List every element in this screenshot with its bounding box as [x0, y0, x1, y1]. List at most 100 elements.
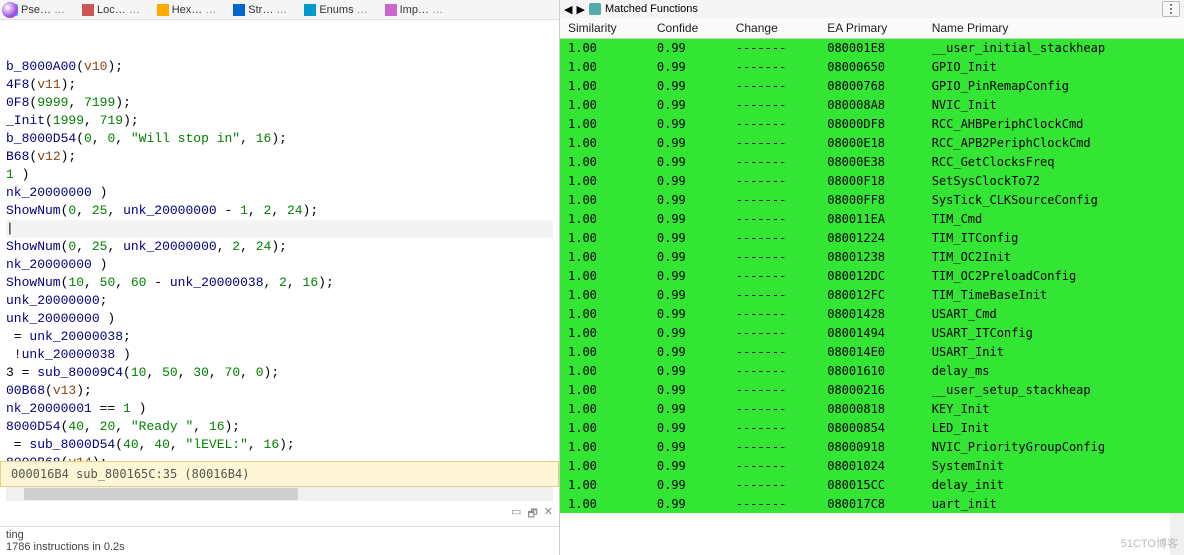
- code-line[interactable]: 1 ): [6, 166, 553, 184]
- table-cell: 1.00: [560, 95, 649, 114]
- table-row[interactable]: 1.000.99-------080008A8NVIC_Init: [560, 95, 1184, 114]
- code-line[interactable]: nk_20000000 ): [6, 256, 553, 274]
- table-row[interactable]: 1.000.99-------08000E18RCC_APB2PeriphClo…: [560, 133, 1184, 152]
- table-row[interactable]: 1.000.99-------08001428USART_Cmd: [560, 304, 1184, 323]
- table-cell: 1.00: [560, 38, 649, 57]
- table-cell: 0.99: [649, 114, 728, 133]
- table-row[interactable]: 1.000.99-------08000E38RCC_GetClocksFreq: [560, 152, 1184, 171]
- code-line[interactable]: b_8000A00(v10);: [6, 58, 553, 76]
- kebab-menu-button[interactable]: [1162, 1, 1180, 17]
- tab-dots: …: [357, 4, 367, 16]
- table-row[interactable]: 1.000.99-------080014E0USART_Init: [560, 342, 1184, 361]
- table-cell: 080012FC: [819, 285, 923, 304]
- minimize-icon[interactable]: ▭: [511, 505, 521, 524]
- table-row[interactable]: 1.000.99-------08001238TIM_OC2Init: [560, 247, 1184, 266]
- table-cell: 1.00: [560, 456, 649, 475]
- table-cell: __user_initial_stackheap: [924, 38, 1184, 57]
- code-line[interactable]: nk_20000001 == 1 ): [6, 400, 553, 418]
- table-row[interactable]: 1.000.99-------080015CCdelay_init: [560, 475, 1184, 494]
- table-row[interactable]: 1.000.99-------08001024SystemInit: [560, 456, 1184, 475]
- table-cell: 08001024: [819, 456, 923, 475]
- table-row[interactable]: 1.000.99-------08000FF8SysTick_CLKSource…: [560, 190, 1184, 209]
- table-row[interactable]: 1.000.99-------08000768GPIO_PinRemapConf…: [560, 76, 1184, 95]
- status-text: 000016B4 sub_800165C:35 (80016B4): [11, 467, 249, 481]
- view-tab[interactable]: Imp……: [385, 4, 442, 16]
- table-cell: 0.99: [649, 38, 728, 57]
- tab-label: Loc…: [97, 4, 126, 16]
- table-row[interactable]: 1.000.99-------080017C8uart_init: [560, 494, 1184, 513]
- table-row[interactable]: 1.000.99-------08000216__user_setup_stac…: [560, 380, 1184, 399]
- column-header[interactable]: Similarity: [560, 18, 649, 38]
- code-line[interactable]: 0F8(9999, 7199);: [6, 94, 553, 112]
- table-cell: SystemInit: [924, 456, 1184, 475]
- output-panel: ting 1786 instructions in 0.2s: [0, 526, 559, 555]
- table-cell: 080008A8: [819, 95, 923, 114]
- code-line[interactable]: 3 = sub_80009C4(10, 50, 30, 70, 0);: [6, 364, 553, 382]
- table-cell: 1.00: [560, 133, 649, 152]
- code-line[interactable]: ShowNum(10, 50, 60 - unk_20000038, 2, 16…: [6, 274, 553, 292]
- column-header[interactable]: EA Primary: [819, 18, 923, 38]
- code-line[interactable]: unk_20000000;: [6, 292, 553, 310]
- restore-icon[interactable]: 🗗: [527, 505, 537, 524]
- tab-icon: [304, 4, 316, 16]
- code-line[interactable]: B68(v12);: [6, 148, 553, 166]
- table-cell: -------: [728, 380, 820, 399]
- column-header[interactable]: Change: [728, 18, 820, 38]
- code-line[interactable]: _Init(1999, 719);: [6, 112, 553, 130]
- table-row[interactable]: 1.000.99-------080011EATIM_Cmd: [560, 209, 1184, 228]
- horizontal-scrollbar[interactable]: [6, 487, 553, 501]
- view-tab[interactable]: Hex……: [157, 4, 216, 16]
- scroll-thumb[interactable]: [24, 488, 298, 500]
- pseudocode-view[interactable]: b_8000A00(v10);4F8(v11);0F8(9999, 7199);…: [0, 20, 559, 461]
- table-row[interactable]: 1.000.99-------08001610delay_ms: [560, 361, 1184, 380]
- column-header[interactable]: Confide: [649, 18, 728, 38]
- table-row[interactable]: 1.000.99-------08001224TIM_ITConfig: [560, 228, 1184, 247]
- table-row[interactable]: 1.000.99-------080001E8__user_initial_st…: [560, 38, 1184, 57]
- table-cell: 08000650: [819, 57, 923, 76]
- code-line[interactable]: !unk_20000038 ): [6, 346, 553, 364]
- table-cell: RCC_APB2PeriphClockCmd: [924, 133, 1184, 152]
- table-cell: 08000E18: [819, 133, 923, 152]
- code-line[interactable]: ShowNum(0, 25, unk_20000000 - 1, 2, 24);: [6, 202, 553, 220]
- table-row[interactable]: 1.000.99-------08000918NVIC_PriorityGrou…: [560, 437, 1184, 456]
- nav-right-icon[interactable]: ▶: [576, 3, 584, 16]
- table-cell: SysTick_CLKSourceConfig: [924, 190, 1184, 209]
- table-cell: -------: [728, 57, 820, 76]
- view-tab[interactable]: Str……: [233, 4, 286, 16]
- view-tab[interactable]: Loc……: [82, 4, 139, 16]
- table-row[interactable]: 1.000.99-------08000854LED_Init: [560, 418, 1184, 437]
- code-line[interactable]: b_8000D54(0, 0, "Will stop in", 16);: [6, 130, 553, 148]
- table-cell: 0.99: [649, 494, 728, 513]
- nav-left-icon[interactable]: ◀: [564, 3, 572, 16]
- table-row[interactable]: 1.000.99-------08000650GPIO_Init: [560, 57, 1184, 76]
- code-line[interactable]: 4F8(v11);: [6, 76, 553, 94]
- table-row[interactable]: 1.000.99-------08000DF8RCC_AHBPeriphCloc…: [560, 114, 1184, 133]
- code-line[interactable]: 8000D54(40, 20, "Ready ", 16);: [6, 418, 553, 436]
- code-line[interactable]: nk_20000000 ): [6, 184, 553, 202]
- code-line[interactable]: = sub_8000D54(40, 40, "lEVEL:", 16);: [6, 436, 553, 454]
- table-cell: -------: [728, 323, 820, 342]
- view-tab[interactable]: Enums…: [304, 4, 366, 16]
- code-line[interactable]: 00B68(v13);: [6, 382, 553, 400]
- table-cell: NVIC_Init: [924, 95, 1184, 114]
- table-row[interactable]: 1.000.99-------080012DCTIM_OC2PreloadCon…: [560, 266, 1184, 285]
- code-line[interactable]: unk_20000000 ): [6, 310, 553, 328]
- table-cell: 080017C8: [819, 494, 923, 513]
- table-cell: 08000FF8: [819, 190, 923, 209]
- code-line[interactable]: = unk_20000038;: [6, 328, 553, 346]
- table-row[interactable]: 1.000.99-------08001494USART_ITConfig: [560, 323, 1184, 342]
- table-row[interactable]: 1.000.99-------080012FCTIM_TimeBaseInit: [560, 285, 1184, 304]
- column-header[interactable]: Name Primary: [924, 18, 1184, 38]
- table-row[interactable]: 1.000.99-------08000F18SetSysClockTo72: [560, 171, 1184, 190]
- table-cell: 08000216: [819, 380, 923, 399]
- table-row[interactable]: 1.000.99-------08000818KEY_Init: [560, 399, 1184, 418]
- code-line[interactable]: 8000B68(v14);: [6, 454, 553, 461]
- code-line[interactable]: |: [6, 220, 553, 238]
- table-cell: -------: [728, 304, 820, 323]
- close-icon[interactable]: ✕: [544, 505, 553, 524]
- table-cell: -------: [728, 95, 820, 114]
- table-cell: 08000918: [819, 437, 923, 456]
- output-line: ting: [6, 529, 553, 541]
- table-cell: 1.00: [560, 437, 649, 456]
- code-line[interactable]: ShowNum(0, 25, unk_20000000, 2, 24);: [6, 238, 553, 256]
